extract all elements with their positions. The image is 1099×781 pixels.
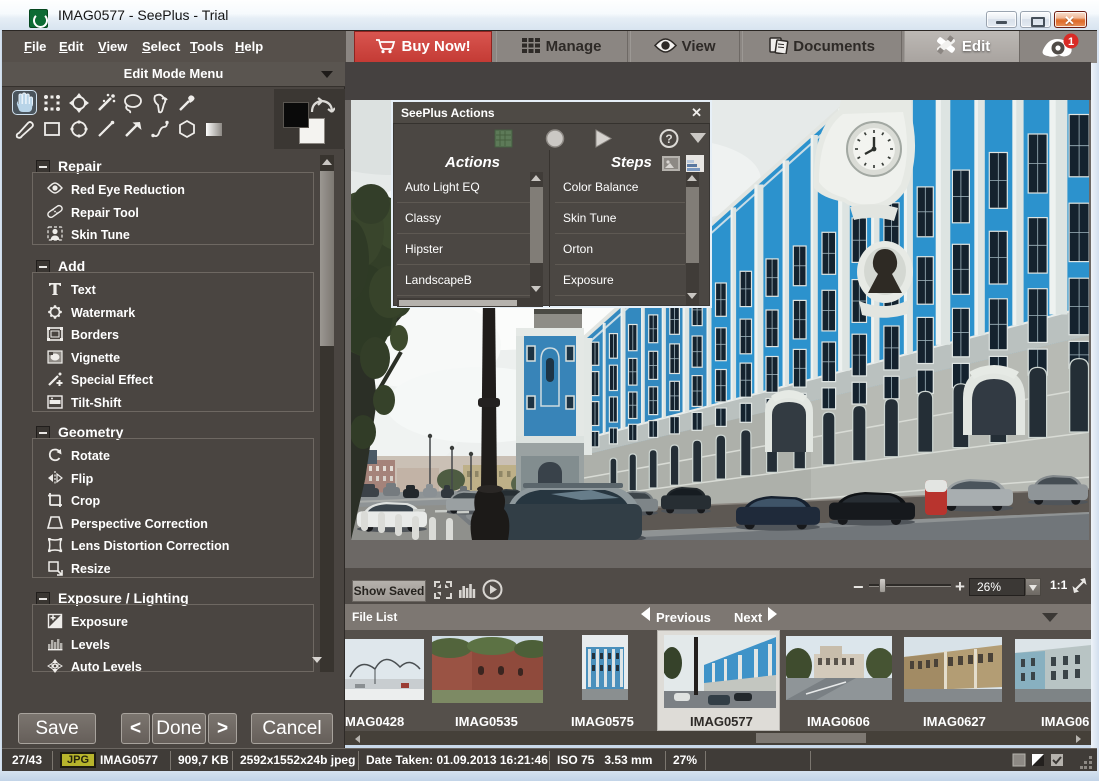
svg-text:?: ? [665, 132, 672, 146]
svg-text:1: 1 [1068, 36, 1074, 48]
